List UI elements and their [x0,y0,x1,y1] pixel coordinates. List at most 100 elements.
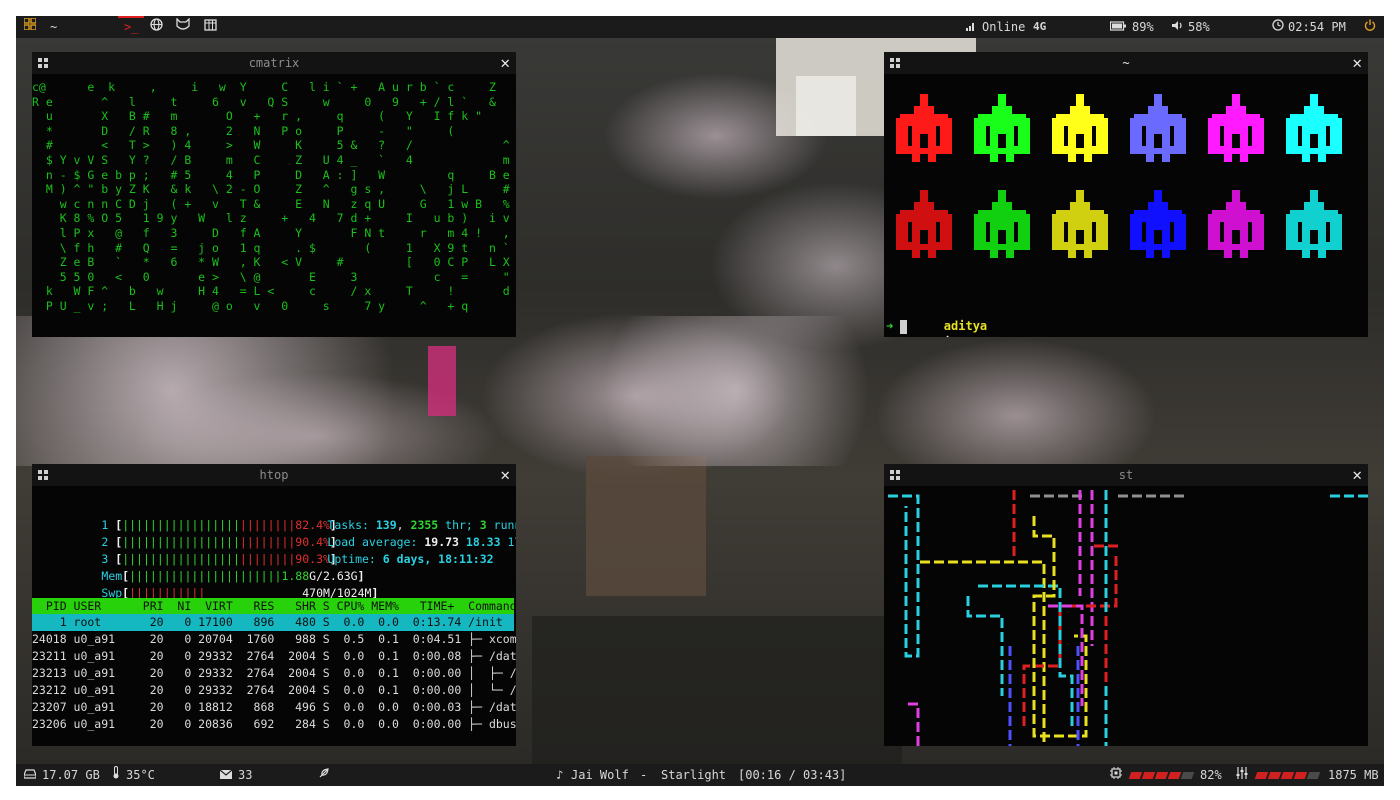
music-title[interactable]: Starlight [661,764,726,786]
space-invader-sprite [1208,190,1264,270]
network-type: 4G [1033,20,1047,33]
prompt-user: aditya [943,319,988,333]
prompt-in: in [944,335,958,337]
terminal-content: aditya in ~ ➜ [884,74,1368,337]
htop-content: 1 [|||||||||||||||||||||||||82.4%] 2 [||… [32,486,516,746]
memory-label: 1875 MB [1328,768,1379,782]
matrix-line: l P x @ f 3 D f A Y F N t r m 4 ! , : 9 [32,225,516,240]
htop-window[interactable]: htop ✕ 1 [|||||||||||||||||||||||||82.4%… [32,464,516,746]
home-label[interactable]: ~ [50,16,57,38]
close-icon[interactable]: ✕ [500,465,510,485]
temp-label: 35°C [126,768,155,782]
space-invader-sprite [1208,94,1264,174]
space-invader-sprite [974,190,1030,270]
bottom-bar: 17.07 GB 35°C 33 ♪ Jai Wolf - Starlight … [16,764,1384,786]
process-row[interactable]: 24018 u0_a91 20 0 20704 1760 988 S 0.5 0… [32,631,516,648]
uptime: Uptime: 6 days, 18:11:32 [327,552,494,566]
music-artist[interactable]: Jai Wolf [571,764,629,786]
close-icon[interactable]: ✕ [1352,465,1362,485]
window-title: ~ [1122,56,1130,70]
space-invader-sprite [896,94,952,174]
mail-icon[interactable] [219,764,233,786]
window-title: htop [259,468,289,482]
disk-label: 17.07 GB [42,768,100,782]
hard-drive-icon [23,764,37,786]
matrix-line: w c n n C D j ( + v T & E N z q U G 1 w … [32,196,516,211]
process-row[interactable]: 23206 u0_a91 20 0 20836 692 284 S 0.0 0.… [32,716,516,733]
cpu-icon [1110,764,1122,786]
terminal-titlebar[interactable]: ~ ✕ [884,52,1368,74]
battery-label: 89% [1132,20,1154,34]
window-title: st [1118,468,1134,482]
htop-titlebar[interactable]: htop ✕ [32,464,516,486]
pipe-magenta-2 [908,702,920,746]
grid-icon[interactable] [23,16,37,38]
battery-icon [1109,16,1126,38]
sliders-icon [1236,764,1248,786]
desktop: ~ >_ Online 4G 89% 58% 02:54 PM cmatrix … [16,16,1384,786]
music-time: [00:16 / 03:43] [738,768,847,782]
cat-icon[interactable] [176,16,190,38]
matrix-line: Z e B ` * 6 * W , K < V # [ 0 C P L X S … [32,255,516,270]
terminal-icon[interactable]: >_ [124,16,138,38]
process-table-header[interactable]: PID USER PRI NI VIRT RES SHR S CPU% MEM%… [32,598,516,614]
cursor [900,319,908,334]
process-row[interactable]: 23207 u0_a91 20 0 18812 868 496 S 0.0 0.… [32,699,516,716]
st-window[interactable]: st ✕ [884,464,1368,746]
st-titlebar[interactable]: st ✕ [884,464,1368,486]
clock-icon [1272,16,1284,38]
close-icon[interactable]: ✕ [500,53,510,73]
matrix-line: c@ e k , i w Y C l i ` + A u r b ` c Z < [32,80,516,94]
space-invader-sprite [896,190,952,270]
cmatrix-window[interactable]: cmatrix ✕ c@ e k , i w Y C l i ` + A u r… [32,52,516,337]
space-invader-sprite [1130,94,1186,174]
process-row[interactable]: 23212 u0_a91 20 0 29332 2764 2004 S 0.0 … [32,682,516,699]
pipe-cyan-1 [888,494,920,658]
music-note-icon: ♪ [556,768,564,782]
matrix-line: \ f h # Q = j o 1 q . $ ( 1 X 9 t n ` ? … [32,240,516,255]
matrix-line: u X B # m O + r , q ( Y I f k " F [32,109,516,124]
process-row[interactable]: 23211 u0_a91 20 0 29332 2764 2004 S 0.0 … [32,648,516,665]
matrix-line: n - $ G e b p ; # 5 4 P D A : ] W q B e … [32,167,516,182]
wallpaper-ground [532,616,902,764]
cmatrix-output: c@ e k , i w Y C l i ` + A u r b ` c Z <… [32,74,516,337]
wallpaper-bins [586,456,706,596]
volume-label[interactable]: 58% [1188,16,1210,38]
prompt-input-line[interactable]: ➜ [886,318,908,334]
feather-icon[interactable] [318,764,330,786]
network-label[interactable]: Online [982,16,1025,38]
process-row[interactable]: 23213 u0_a91 20 0 29332 2764 2004 S 0.0 … [32,665,516,682]
cpu-label: 82% [1200,768,1222,782]
volume-icon[interactable] [1172,16,1184,38]
close-icon[interactable]: ✕ [1352,53,1362,73]
wallpaper-blossom-2 [536,316,936,466]
invader-grid [884,74,1368,304]
matrix-line: * D / R 8 , 2 N P o P - " ( $ [32,123,516,138]
music-separator: - [640,768,648,782]
window-title: cmatrix [248,56,300,70]
matrix-line: P U _ v ; L H j @ o v 0 s 7 y ^ + q ^ 9 … [45,298,469,313]
power-icon[interactable] [1364,16,1376,38]
mail-count[interactable]: 33 [238,764,252,786]
matrix-line: $ Y v V S Y ? / B m C Z U 4 _ ` 4 m ` [32,152,516,167]
globe-icon[interactable] [150,16,163,38]
clock-label[interactable]: 02:54 PM [1288,16,1346,38]
process-row-selected[interactable]: 1 root 20 0 17100 896 480 S 0.0 0.0 0:13… [32,614,514,631]
space-invader-sprite [1286,94,1342,174]
space-invader-sprite [1052,94,1108,174]
signal-icon [966,16,976,38]
pipes-canvas [888,490,1368,746]
cmatrix-titlebar[interactable]: cmatrix ✕ [32,52,516,74]
matrix-line: M ) ^ " b y Z K & k \ 2 - O Z ^ g s , \ … [32,182,516,197]
wallpaper-blossom-1 [16,316,536,466]
matrix-line: k W F ^ b w H 4 = L < c / x T ! d C P R … [32,284,516,299]
terminal-window[interactable]: ~ ✕ aditya in ~ ➜ [884,52,1368,337]
space-invader-sprite [1052,190,1108,270]
matrix-line: 5 5 0 < 0 e > \ @ E 3 c = " Q - K [32,269,516,284]
space-invader-sprite [1286,190,1342,270]
matrix-line: K 8 % O 5 1 9 y W l z + 4 7 d + I u b ) … [32,211,516,226]
thermometer-icon [112,764,120,786]
prompt-arrow: ➜ [886,319,894,333]
space-invader-sprite [974,94,1030,174]
calendar-icon[interactable] [204,16,217,38]
